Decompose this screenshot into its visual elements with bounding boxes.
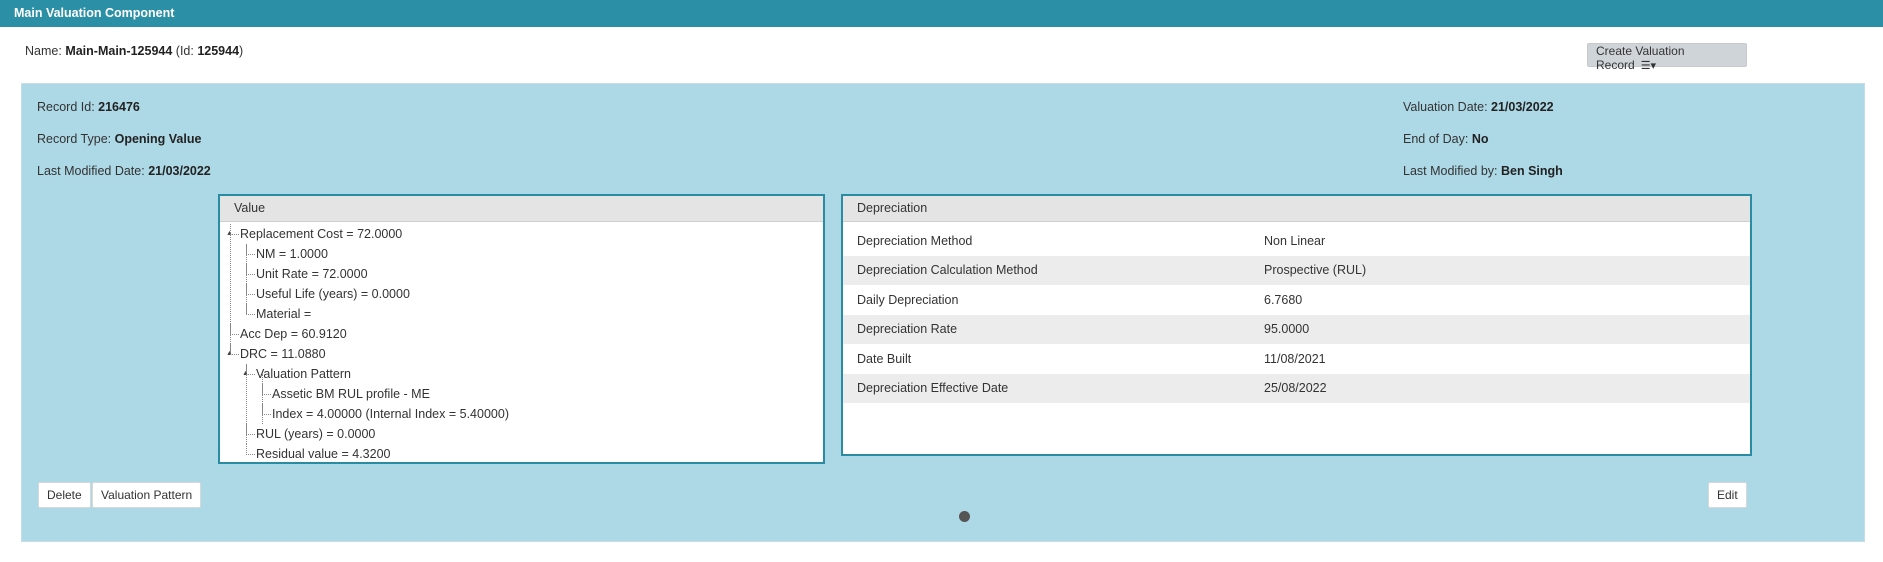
depreciation-row: Depreciation Rate 95.0000 xyxy=(843,315,1750,344)
tree-node-residual-value[interactable]: Residual value = 4.3200 xyxy=(220,444,823,462)
menu-dropdown-icon: ☰▾ xyxy=(1640,60,1657,72)
tree-node-rul-years[interactable]: RUL (years) = 0.0000 xyxy=(220,424,823,444)
component-name-bar: Name: Main-Main-125944 (Id: 125944) Crea… xyxy=(0,27,1883,81)
valuation-date: Valuation Date: 21/03/2022 xyxy=(1403,100,1554,114)
value-tree: ▲ Replacement Cost = 72.0000 NM = 1.0000… xyxy=(220,222,823,462)
edit-button[interactable]: Edit xyxy=(1708,482,1747,508)
value-panel-title: Value xyxy=(220,196,823,222)
last-modified-by: Last Modified by: Ben Singh xyxy=(1403,164,1563,178)
depreciation-row: Daily Depreciation 6.7680 xyxy=(857,293,1303,307)
component-name: Name: Main-Main-125944 (Id: 125944) xyxy=(25,44,244,58)
tree-node-valuation-pattern[interactable]: ▲ Valuation Pattern xyxy=(220,364,823,384)
tree-node-index[interactable]: Index = 4.00000 (Internal Index = 5.4000… xyxy=(220,404,823,424)
tree-node-replacement-cost[interactable]: ▲ Replacement Cost = 72.0000 xyxy=(220,224,823,244)
value-panel: Value ▲ Replacement Cost = 72.0000 NM = … xyxy=(218,194,825,464)
component-name-value: Main-Main-125944 xyxy=(65,44,173,58)
depreciation-row: Date Built 11/08/2021 xyxy=(857,352,1326,366)
tree-node-material[interactable]: Material = xyxy=(220,304,823,324)
depreciation-row: Depreciation Effective Date 25/08/2022 xyxy=(843,374,1750,403)
depreciation-row: Depreciation Calculation Method Prospect… xyxy=(843,256,1750,285)
depreciation-panel-title: Depreciation xyxy=(843,196,1750,222)
create-valuation-record-button[interactable]: Create Valuation Record ☰▾ xyxy=(1587,43,1747,72)
component-id-value: 125944 xyxy=(197,44,240,58)
tree-node-unit-rate[interactable]: Unit Rate = 72.0000 xyxy=(220,264,823,284)
window-title: Main Valuation Component xyxy=(14,6,175,20)
tree-node-drc[interactable]: ▲ DRC = 11.0880 xyxy=(220,344,823,364)
tree-node-useful-life[interactable]: Useful Life (years) = 0.0000 xyxy=(220,284,823,304)
record-type: Record Type: Opening Value xyxy=(37,132,202,146)
valuation-record-panel: Record Id: 216476 Record Type: Opening V… xyxy=(21,83,1865,542)
end-of-day: End of Day: No xyxy=(1403,132,1489,146)
tree-node-rul-profile[interactable]: Assetic BM RUL profile - ME xyxy=(220,384,823,404)
depreciation-row: Depreciation Method Non Linear xyxy=(857,234,1326,248)
tree-node-nm[interactable]: NM = 1.0000 xyxy=(220,244,823,264)
tree-node-acc-dep[interactable]: Acc Dep = 60.9120 xyxy=(220,324,823,344)
valuation-pattern-button[interactable]: Valuation Pattern xyxy=(92,482,202,508)
delete-button[interactable]: Delete xyxy=(38,482,91,508)
carousel-indicator[interactable] xyxy=(959,511,970,522)
window-header: Main Valuation Component xyxy=(0,0,1883,27)
depreciation-panel: Depreciation Depreciation Method Non Lin… xyxy=(841,194,1752,456)
record-id: Record Id: 216476 xyxy=(37,100,140,114)
last-modified-date: Last Modified Date: 21/03/2022 xyxy=(37,164,211,178)
